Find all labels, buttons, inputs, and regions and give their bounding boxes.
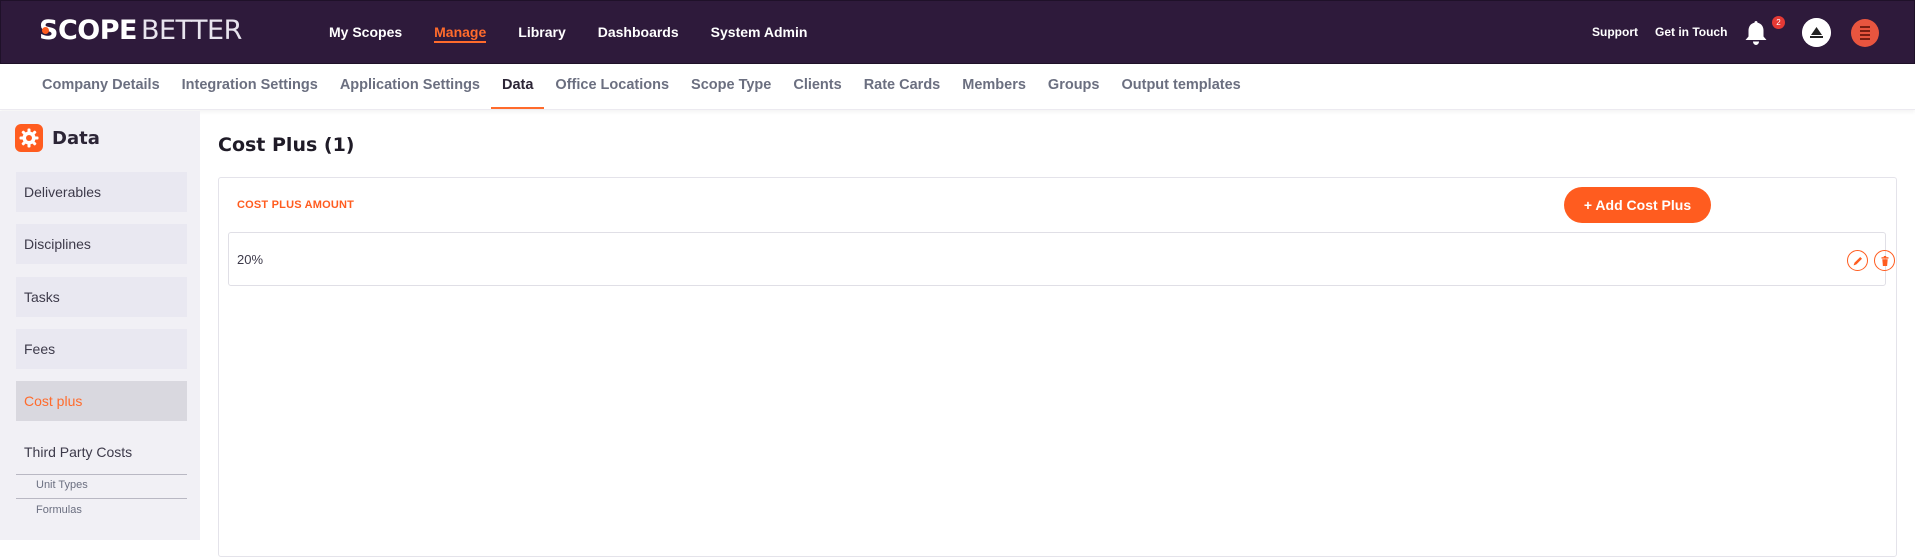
sidebar-header: Data <box>15 123 100 153</box>
page-title: Cost Plus (1) <box>218 134 355 156</box>
tab-members[interactable]: Members <box>951 64 1037 110</box>
cost-plus-value: 20% <box>237 252 264 267</box>
support-link[interactable]: Support <box>1592 25 1638 39</box>
sidebar-divider <box>16 498 187 499</box>
sidebar-subitem-unit-types[interactable]: Unit Types <box>36 479 88 491</box>
sidebar-item-fees[interactable]: Fees <box>16 329 187 369</box>
sidebar-item-deliverables[interactable]: Deliverables <box>16 172 187 212</box>
sidebar-item-third-party-costs[interactable]: Third Party Costs <box>16 432 187 472</box>
tab-groups[interactable]: Groups <box>1037 64 1111 110</box>
nav-manage[interactable]: Manage <box>418 1 502 65</box>
sidebar-item-tasks[interactable]: Tasks <box>16 277 187 317</box>
nav-dashboards[interactable]: Dashboards <box>582 1 695 65</box>
tab-integration-settings[interactable]: Integration Settings <box>171 64 329 110</box>
add-cost-plus-button[interactable]: + Add Cost Plus <box>1564 187 1711 223</box>
trash-icon <box>1881 255 1888 266</box>
main-nav: My Scopes Manage Library Dashboards Syst… <box>313 1 823 65</box>
tab-company-details[interactable]: Company Details <box>31 64 171 110</box>
tab-clients[interactable]: Clients <box>782 64 852 110</box>
sidebar-subitem-formulas[interactable]: Formulas <box>36 504 82 516</box>
sidebar-divider <box>16 474 187 475</box>
pencil-icon <box>1853 256 1862 265</box>
column-header-cost-plus-amount: COST PLUS AMOUNT <box>237 199 355 211</box>
tab-data[interactable]: Data <box>490 64 545 110</box>
nav-library[interactable]: Library <box>502 1 581 65</box>
tab-output-templates[interactable]: Output templates <box>1110 64 1251 110</box>
top-navigation-bar: SCOPE BETTER My Scopes Manage Library Das… <box>0 0 1915 64</box>
tab-scope-type[interactable]: Scope Type <box>680 64 782 110</box>
company-avatar[interactable] <box>1802 18 1831 47</box>
delete-button[interactable] <box>1874 250 1895 271</box>
sidebar-item-cost-plus[interactable]: Cost plus <box>16 381 187 421</box>
tab-rate-cards[interactable]: Rate Cards <box>853 64 952 110</box>
logo-better-text: BETTER <box>140 15 242 46</box>
bell-icon[interactable] <box>1743 19 1769 47</box>
tab-application-settings[interactable]: Application Settings <box>329 64 491 110</box>
sidebar-item-disciplines[interactable]: Disciplines <box>16 224 187 264</box>
settings-tabs: Company Details Integration Settings App… <box>0 64 1915 110</box>
nav-system-admin[interactable]: System Admin <box>695 1 824 65</box>
edit-button[interactable] <box>1847 250 1868 271</box>
nav-my-scopes[interactable]: My Scopes <box>313 1 418 65</box>
gear-icon <box>15 124 43 152</box>
get-in-touch-link[interactable]: Get in Touch <box>1655 25 1727 39</box>
scopebetter-logo[interactable]: SCOPE BETTER <box>39 15 242 47</box>
sidebar-title: Data <box>52 127 100 149</box>
logo-scope-text: SCOPE <box>39 15 137 46</box>
user-avatar[interactable] <box>1851 19 1879 47</box>
tab-office-locations[interactable]: Office Locations <box>544 64 680 110</box>
table-row: 20% <box>228 232 1895 286</box>
cost-plus-panel: COST PLUS AMOUNT + Add Cost Plus 20% <box>218 177 1897 557</box>
notification-badge: 2 <box>1772 16 1785 29</box>
logo-dot-icon <box>42 27 49 34</box>
data-sidebar: Data Deliverables Disciplines Tasks Fees… <box>0 111 200 540</box>
